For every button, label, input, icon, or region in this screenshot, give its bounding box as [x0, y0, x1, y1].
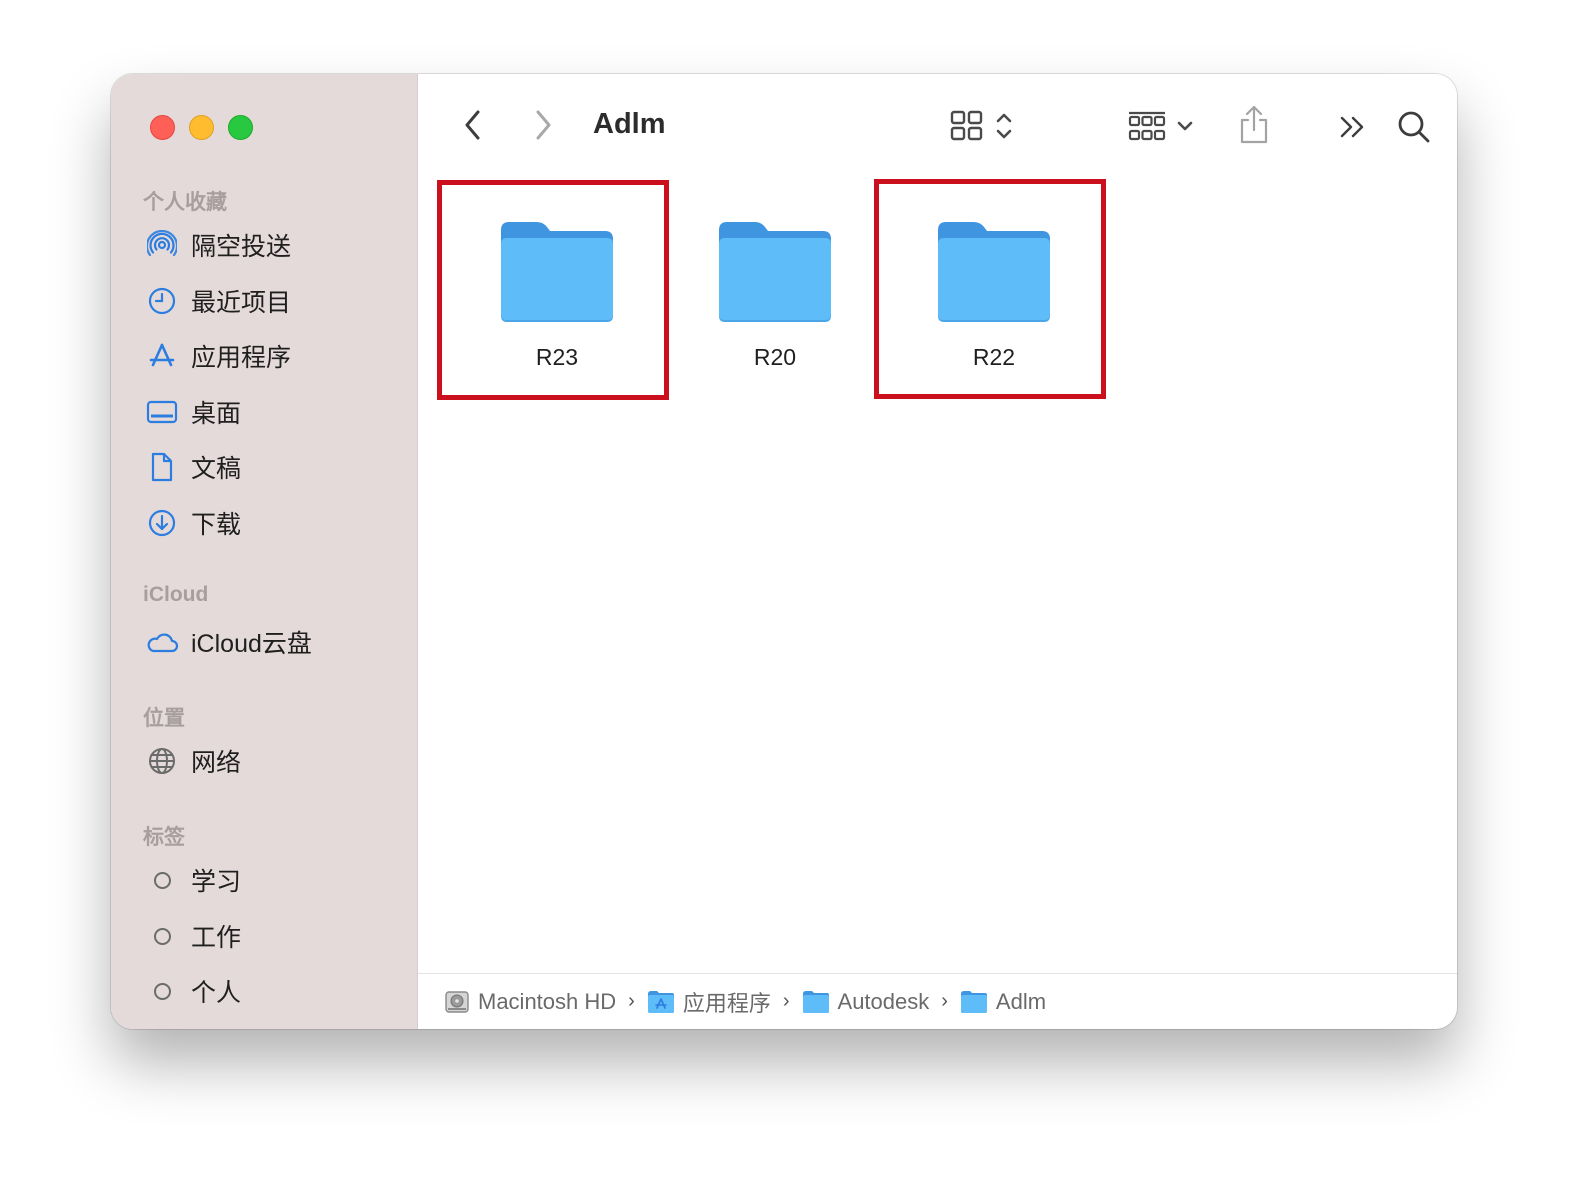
chevron-right-icon: ›: [782, 990, 790, 1012]
close-button[interactable]: [150, 115, 175, 140]
sidebar-item-label: 下载: [191, 511, 242, 539]
path-item-macintosh-hd[interactable]: Macintosh HD: [444, 989, 616, 1015]
sidebar-item-label: 工作: [191, 924, 242, 952]
folder-icon: [960, 990, 988, 1014]
sidebar-item-tag-personal[interactable]: 个人: [145, 971, 241, 1011]
tags-header: 标签: [143, 826, 185, 849]
sidebar-item-network[interactable]: 网络: [145, 741, 241, 781]
tag-circle-icon: [145, 919, 179, 953]
share-button[interactable]: [1236, 104, 1272, 146]
group-button[interactable]: [1122, 108, 1200, 144]
favorites-header: 个人收藏: [143, 191, 227, 214]
chevron-right-icon: ›: [941, 990, 948, 1012]
grid-view-icon: [950, 110, 983, 141]
sidebar-item-label: 桌面: [191, 400, 242, 428]
search-icon: [1398, 111, 1430, 143]
highlight-box-r22: [874, 179, 1106, 399]
chevron-updown-icon: [996, 113, 1012, 139]
tag-circle-icon: [145, 863, 179, 897]
back-button[interactable]: [456, 108, 490, 142]
path-item-label: Autodesk: [837, 988, 930, 1014]
more-toolbar-button[interactable]: [1334, 110, 1370, 144]
sidebar-item-label: iCloud云盘: [191, 630, 312, 658]
path-bar: Macintosh HD › 应用程序 › Autodesk › Adlm: [418, 973, 1457, 1029]
path-item-applications[interactable]: 应用程序: [647, 986, 771, 1018]
folder-icon: [802, 990, 830, 1014]
sidebar-item-label: 网络: [191, 749, 242, 777]
path-item-autodesk[interactable]: Autodesk: [802, 988, 930, 1015]
view-mode-button[interactable]: [945, 108, 1019, 144]
sidebar-item-recents[interactable]: 最近项目: [145, 281, 291, 321]
folder-icon: [719, 222, 831, 322]
highlight-box-r23: [437, 180, 669, 400]
hard-drive-icon: [444, 989, 470, 1015]
icloud-header: iCloud: [143, 583, 209, 606]
window-controls: [150, 115, 253, 140]
sidebar-item-tag-study[interactable]: 学习: [145, 860, 241, 900]
folder-label: R20: [753, 344, 797, 370]
zoom-button[interactable]: [228, 115, 253, 140]
double-chevron-right-icon: [1340, 116, 1364, 138]
toolbar: Adlm: [418, 74, 1457, 179]
tag-circle-icon: [145, 974, 179, 1008]
locations-header: 位置: [143, 707, 185, 730]
document-icon: [145, 450, 179, 484]
sidebar-item-documents[interactable]: 文稿: [145, 447, 241, 487]
globe-icon: [145, 744, 179, 778]
path-item-adlm[interactable]: Adlm: [960, 989, 1046, 1015]
search-button[interactable]: [1395, 108, 1433, 146]
path-item-label: 应用程序: [682, 990, 771, 1016]
sidebar: 个人收藏 隔空投送 最近项目 应用程序 桌面 文稿 下载 iCloud iClo…: [111, 74, 418, 1029]
chevron-down-icon: [1177, 121, 1193, 131]
clock-icon: [145, 284, 179, 318]
sidebar-item-downloads[interactable]: 下载: [145, 503, 241, 543]
sidebar-item-label: 个人: [191, 979, 242, 1007]
sidebar-item-label: 最近项目: [191, 289, 292, 317]
applications-folder-icon: [647, 990, 675, 1014]
airdrop-icon: [145, 228, 179, 262]
chevron-left-icon: [465, 110, 480, 140]
sidebar-item-airdrop[interactable]: 隔空投送: [145, 225, 291, 265]
path-item-label: Adlm: [995, 988, 1047, 1014]
finder-window: 个人收藏 隔空投送 最近项目 应用程序 桌面 文稿 下载 iCloud iClo…: [111, 74, 1457, 1029]
sidebar-item-applications[interactable]: 应用程序: [145, 336, 291, 376]
folder-item-r20[interactable]: R20: [659, 182, 891, 400]
sidebar-item-label: 文稿: [191, 455, 242, 483]
chevron-right-icon: [536, 110, 551, 140]
share-icon: [1240, 105, 1268, 144]
download-icon: [145, 506, 179, 540]
sidebar-item-icloud-drive[interactable]: iCloud云盘: [145, 622, 312, 662]
sidebar-item-label: 学习: [191, 868, 242, 896]
cloud-icon: [145, 625, 179, 659]
path-item-label: Macintosh HD: [478, 988, 617, 1014]
desktop-icon: [145, 395, 179, 429]
sidebar-item-tag-work[interactable]: 工作: [145, 916, 241, 956]
main-content: Adlm R23 R20 R22 Macintosh HD › 应用程序 › A…: [418, 74, 1457, 1029]
group-grid-icon: [1128, 111, 1166, 141]
sidebar-item-label: 隔空投送: [191, 233, 292, 261]
sidebar-item-label: 应用程序: [191, 344, 292, 372]
applications-icon: [145, 339, 179, 373]
minimize-button[interactable]: [189, 115, 214, 140]
sidebar-item-desktop[interactable]: 桌面: [145, 392, 241, 432]
chevron-right-icon: ›: [628, 990, 635, 1012]
window-title: Adlm: [593, 108, 666, 140]
forward-button[interactable]: [526, 108, 560, 142]
